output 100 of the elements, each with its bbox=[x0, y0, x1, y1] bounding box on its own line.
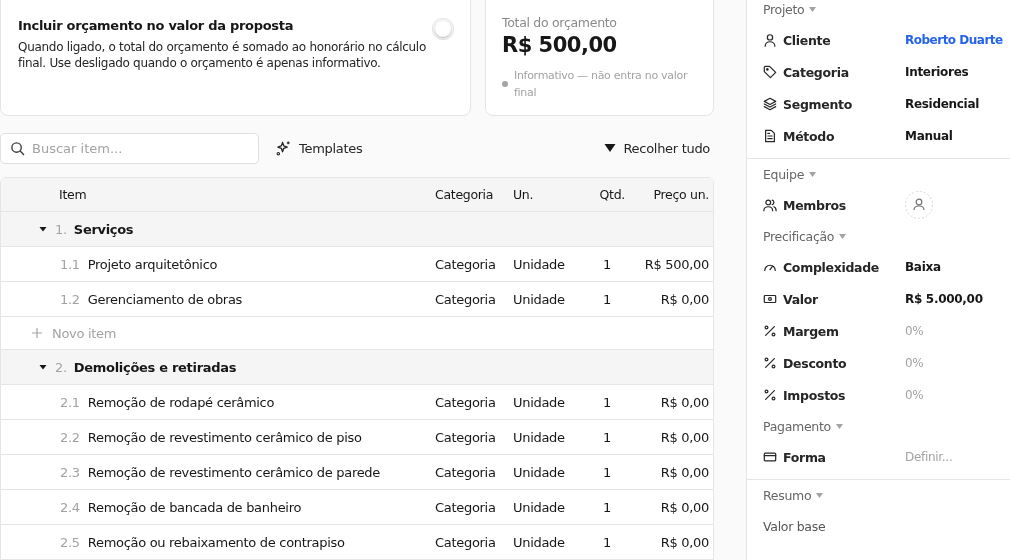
quantity-cell-text: 1 bbox=[602, 534, 612, 550]
field-label: Categoria bbox=[783, 64, 849, 80]
input-field[interactable]: 0% bbox=[905, 324, 995, 338]
column-header: Qtd. bbox=[598, 187, 625, 202]
section-header[interactable]: Projeto bbox=[747, 0, 821, 24]
item-number: 1.1 bbox=[60, 256, 80, 272]
field-value: R$ 5.000,00 bbox=[905, 292, 983, 306]
group-row[interactable]: 1. Serviços bbox=[1, 211, 713, 246]
unit-cell-text: Unidade bbox=[513, 394, 566, 410]
field-label: Complexidade bbox=[783, 259, 880, 275]
percent-icon bbox=[763, 356, 777, 370]
category-cell-text: Categoria bbox=[435, 256, 497, 272]
card-icon bbox=[763, 450, 777, 464]
quantity-cell-text: 1 bbox=[602, 394, 612, 410]
caret-icon bbox=[835, 423, 843, 429]
item-name: Projeto arquitetônico bbox=[87, 256, 218, 272]
add-member-avatar-icon[interactable] bbox=[905, 191, 933, 219]
category-cell-text: Categoria bbox=[435, 464, 497, 480]
field-label: Valor base bbox=[763, 518, 826, 534]
input-field[interactable]: 0% bbox=[905, 388, 995, 402]
field-label: Segmento bbox=[783, 96, 852, 112]
category-cell-text: Categoria bbox=[435, 291, 497, 307]
quantity-cell-text: 1 bbox=[602, 429, 612, 445]
column-header: Item bbox=[58, 187, 88, 202]
caret-icon bbox=[809, 171, 817, 177]
field-label: Impostos bbox=[783, 387, 846, 403]
percent-icon bbox=[763, 324, 777, 338]
unit-cell-text: Unidade bbox=[513, 534, 566, 550]
item-number: 2.5 bbox=[60, 534, 80, 550]
unit-cell-text: Unidade bbox=[513, 429, 566, 445]
field-label: Forma bbox=[783, 449, 826, 465]
item-number: 2.3 bbox=[60, 464, 80, 480]
sparkles-icon bbox=[275, 139, 292, 157]
item-name: Remoção de revestimento cerâmico de piso bbox=[87, 429, 362, 445]
caret-icon[interactable] bbox=[38, 362, 48, 372]
item-number: 2.4 bbox=[60, 499, 80, 515]
templates-button[interactable]: Templates bbox=[271, 139, 367, 157]
item-name: Gerenciamento de obras bbox=[87, 291, 243, 307]
section-header[interactable]: Precificação bbox=[747, 221, 851, 251]
toggle-description: Quando ligado, o total do orçamento é somado ao honorário no cálculo final. Use desligado quando o orçamento é apenas informativo. bbox=[18, 39, 427, 71]
item-name: Remoção de revestimento cerâmico de parede bbox=[87, 464, 380, 480]
unit-cell-text: Unidade bbox=[513, 291, 566, 307]
group-row[interactable]: 2. Demolições e retiradas bbox=[1, 349, 713, 384]
price-cell-text: R$ 0,00 bbox=[659, 394, 709, 410]
item-name: Remoção ou rebaixamento de contrapiso bbox=[87, 534, 345, 550]
caret-icon bbox=[839, 233, 847, 239]
field-label: Membros bbox=[783, 197, 846, 213]
quantity-cell-text: 1 bbox=[602, 464, 612, 480]
field-label: Desconto bbox=[783, 355, 847, 371]
group-number: 2. bbox=[55, 359, 67, 375]
input-field[interactable]: 0% bbox=[905, 356, 995, 370]
column-header: Un. bbox=[513, 187, 535, 202]
unit-cell-text: Unidade bbox=[513, 256, 566, 272]
column-header: Preço un. bbox=[652, 187, 709, 202]
plus-icon bbox=[32, 328, 42, 338]
price-cell-text: R$ 0,00 bbox=[659, 464, 709, 480]
toggle-title: Incluir orçamento no valor da proposta bbox=[18, 18, 295, 33]
total-value: R$ 500,00 bbox=[502, 33, 618, 57]
field-value: Manual bbox=[905, 129, 953, 143]
field-label: Cliente bbox=[783, 32, 831, 48]
price-cell-text: R$ 500,00 bbox=[643, 256, 709, 272]
dot-icon bbox=[502, 81, 508, 87]
field-value: Interiores bbox=[905, 65, 969, 79]
price-cell-text: R$ 0,00 bbox=[659, 429, 709, 445]
unit-cell-text: Unidade bbox=[513, 464, 566, 480]
quantity-cell-text: 1 bbox=[602, 256, 612, 272]
category-cell-text: Categoria bbox=[435, 429, 497, 445]
tag-icon bbox=[763, 65, 777, 79]
total-note: Informativo — não entra no valor final bbox=[514, 68, 689, 101]
item-name: Remoção de rodapé cerâmico bbox=[87, 394, 275, 410]
category-cell-text: Categoria bbox=[435, 394, 497, 410]
field-label: Margem bbox=[783, 323, 839, 339]
price-cell-text: R$ 0,00 bbox=[659, 499, 709, 515]
people-icon bbox=[763, 198, 777, 212]
quantity-cell-text: 1 bbox=[602, 291, 612, 307]
person-icon bbox=[763, 33, 777, 47]
caret-icon[interactable] bbox=[38, 224, 48, 234]
search-icon bbox=[10, 140, 25, 156]
client-link[interactable]: Roberto Duarte bbox=[905, 33, 1003, 47]
total-label: Total do orçamento bbox=[502, 15, 618, 30]
section-header[interactable]: Pagamento bbox=[747, 411, 847, 441]
field-label: Valor bbox=[783, 291, 818, 307]
percent-icon bbox=[763, 388, 777, 402]
document-icon bbox=[763, 129, 777, 143]
item-number: 1.2 bbox=[60, 291, 80, 307]
input-field[interactable]: Definir... bbox=[905, 450, 995, 464]
banknote-icon bbox=[763, 292, 777, 306]
field-value: Baixa bbox=[905, 260, 941, 274]
caret-icon bbox=[809, 6, 817, 12]
collapse-all-button[interactable]: Recolher tudo bbox=[600, 140, 714, 156]
section-header[interactable]: Resumo bbox=[747, 480, 828, 510]
category-cell-text: Categoria bbox=[435, 499, 497, 515]
layers-icon bbox=[763, 97, 777, 111]
section-header[interactable]: Equipe bbox=[747, 159, 821, 189]
item-name: Remoção de bancada de banheiro bbox=[87, 499, 302, 515]
toggle-switch[interactable] bbox=[432, 18, 454, 40]
column-header: Categoria bbox=[435, 187, 495, 202]
unit-cell-text: Unidade bbox=[513, 499, 566, 515]
item-number: 2.2 bbox=[60, 429, 80, 445]
search-field[interactable]: Buscar item... bbox=[0, 132, 259, 164]
